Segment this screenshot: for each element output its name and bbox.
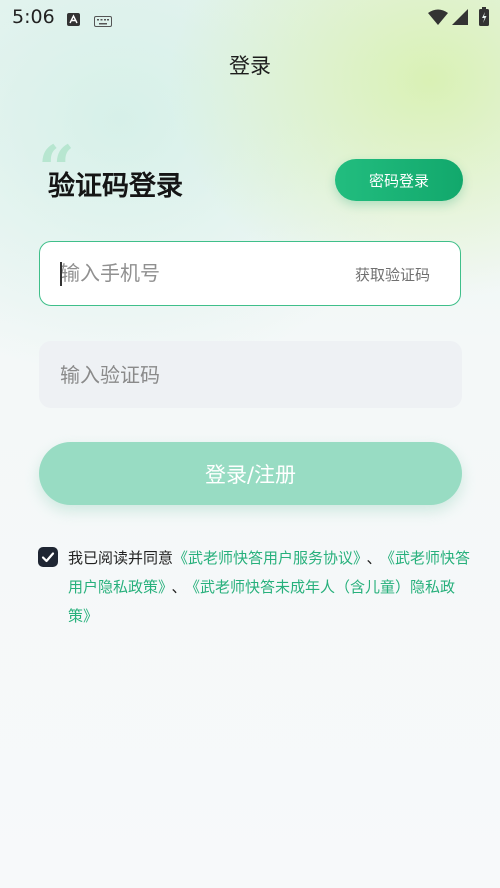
separator: 、 bbox=[366, 549, 382, 567]
password-login-button[interactable]: 密码登录 bbox=[335, 159, 463, 201]
battery-icon bbox=[479, 7, 489, 30]
service-agreement-link[interactable]: 《武老师快答用户服务协议》 bbox=[173, 549, 361, 567]
keyboard-icon bbox=[94, 12, 112, 31]
login-heading: 验证码登录 bbox=[48, 171, 183, 202]
status-time: 5:06 bbox=[12, 6, 55, 28]
phone-field: 获取验证码 bbox=[39, 241, 461, 306]
status-bar: 5:06 bbox=[0, 0, 500, 36]
agreement-checkbox[interactable] bbox=[38, 547, 58, 567]
login-register-button[interactable]: 登录/注册 bbox=[39, 442, 462, 505]
separator: 、 bbox=[171, 578, 187, 596]
agreement-prefix: 我已阅读并同意 bbox=[68, 549, 174, 567]
agreement-text: 我已阅读并同意《武老师快答用户服务协议》、《武老师快答用户隐私政策》、《武老师快… bbox=[68, 544, 473, 631]
check-icon bbox=[41, 552, 55, 563]
get-code-button[interactable]: 获取验证码 bbox=[355, 264, 430, 285]
app-notification-icon bbox=[67, 11, 80, 30]
text-cursor bbox=[60, 262, 62, 286]
code-field bbox=[39, 341, 462, 408]
signal-icon bbox=[452, 9, 468, 29]
phone-input[interactable] bbox=[60, 242, 330, 304]
code-input[interactable] bbox=[60, 341, 430, 408]
page-title: 登录 bbox=[229, 54, 271, 78]
wifi-icon bbox=[428, 9, 448, 29]
